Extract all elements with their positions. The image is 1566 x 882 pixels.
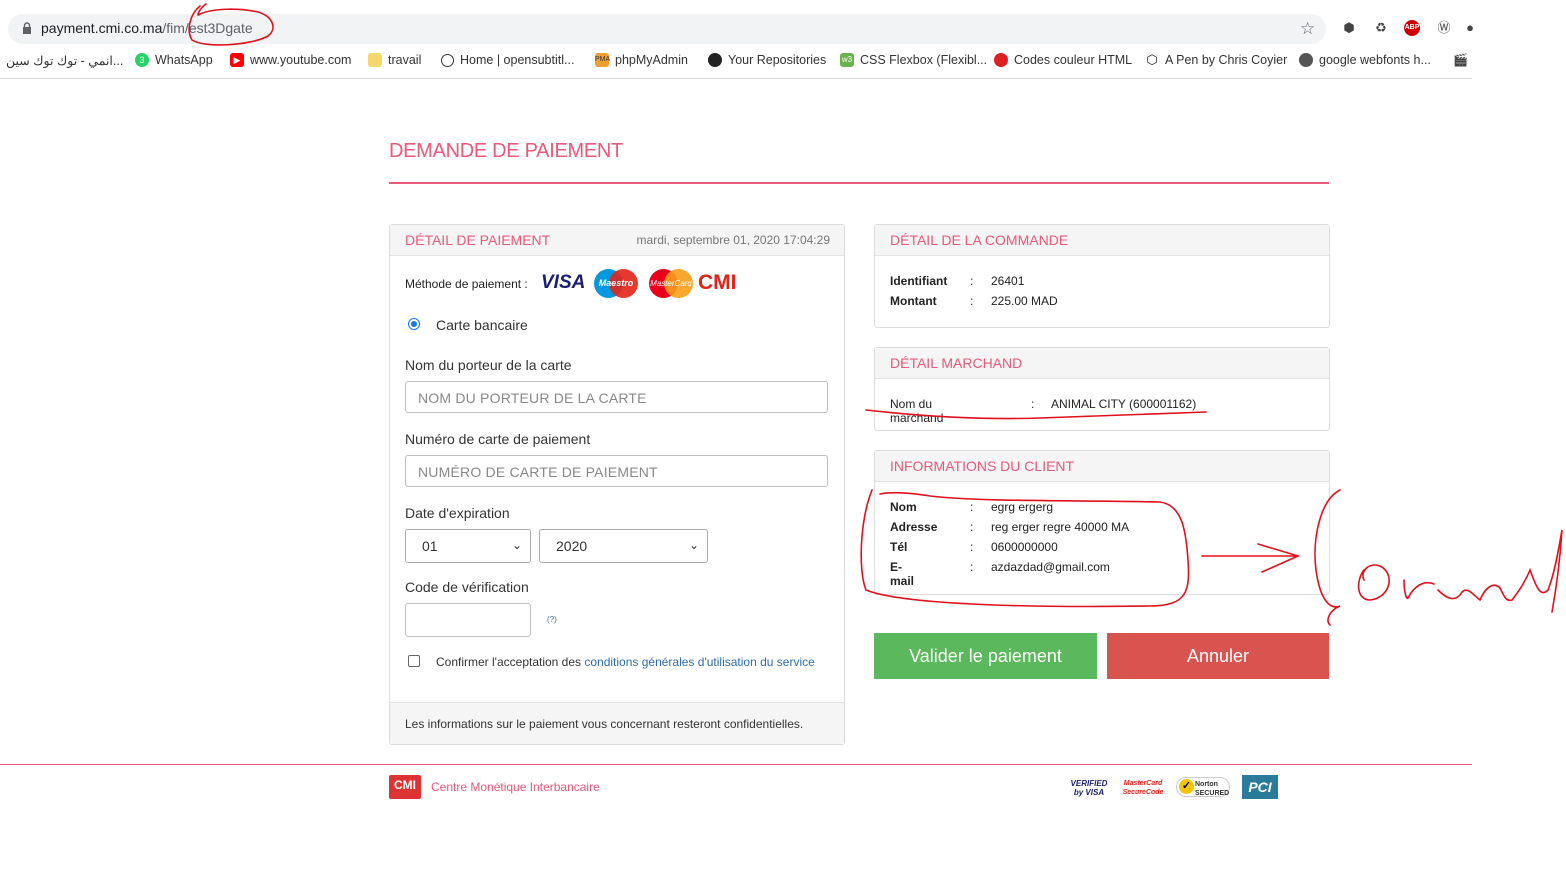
bookmark-item[interactable]: انمي - توك توك سين... [6, 53, 123, 68]
bookmark-item[interactable]: google webfonts h... [1299, 53, 1431, 67]
lock-icon [23, 22, 31, 34]
bookmark-more[interactable]: 🎬 [1453, 53, 1468, 67]
holder-name-input[interactable]: NOM DU PORTEUR DE LA CARTE [405, 381, 828, 413]
folder-icon [368, 53, 382, 67]
bookmark-star-icon[interactable]: ☆ [1300, 19, 1315, 39]
confidentiality-note: Les informations sur le paiement vous co… [405, 717, 804, 731]
bookmark-item[interactable]: ⬡ A Pen by Chris Coyier [1145, 52, 1287, 68]
card-number-input[interactable]: NUMÉRO DE CARTE DE PAIEMENT [405, 455, 828, 487]
merchant-detail-header: DÉTAIL MARCHAND [875, 348, 1329, 379]
bookmark-item[interactable]: Your Repositories [708, 53, 826, 67]
phpmyadmin-icon: PMA [595, 53, 610, 67]
wordpress-icon[interactable]: Ⓦ [1436, 20, 1452, 36]
title-divider [389, 182, 1329, 184]
cvv-label: Code de vérification [405, 579, 529, 595]
cancel-button[interactable]: Annuler [1107, 633, 1329, 679]
card-radio-label: Carte bancaire [436, 317, 528, 333]
globe-icon [1299, 53, 1313, 67]
card-number-label: Numéro de carte de paiement [405, 431, 591, 447]
cvv-input[interactable] [405, 603, 531, 637]
expiry-year-select[interactable]: 2020 ⌄ [539, 529, 708, 563]
pci-badge: PCI [1242, 775, 1278, 799]
validate-payment-button[interactable]: Valider le paiement [874, 633, 1097, 679]
cmi-logo: CMI [698, 271, 737, 294]
chevron-down-icon: ⌄ [511, 538, 522, 552]
visa-logo: VISA [541, 272, 586, 293]
page-title: DEMANDE DE PAIEMENT [389, 140, 623, 162]
terms-text: Confirmer l'acceptation des conditions g… [436, 655, 815, 669]
terms-checkbox[interactable] [408, 655, 420, 667]
footer-org-name: Centre Monétique Interbancaire [431, 780, 600, 794]
address-bar[interactable]: payment.cmi.co.ma/fim/est3Dgate [8, 14, 1326, 44]
merchant-detail-heading: DÉTAIL MARCHAND [890, 355, 1023, 371]
cvv-help-icon[interactable]: (?) [547, 615, 557, 624]
verified-by-visa-badge: VERIFIED by VISA [1070, 779, 1108, 797]
codepen-icon: ⬡ [1146, 52, 1158, 67]
chevron-down-icon: ⌄ [688, 538, 699, 552]
bookmark-item[interactable]: ▶ www.youtube.com [230, 53, 351, 67]
client-info-header: INFORMATIONS DU CLIENT [875, 451, 1329, 482]
bookmark-item[interactable]: PMA phpMyAdmin [595, 53, 688, 67]
maestro-logo: Maestro [594, 269, 638, 298]
client-info-heading: INFORMATIONS DU CLIENT [890, 458, 1075, 474]
checkmark-icon: ✓ [1179, 779, 1194, 794]
adblock-icon[interactable]: ABP [1404, 20, 1420, 36]
bookmark-item[interactable]: Codes couleur HTML [994, 53, 1132, 67]
payment-method-label: Méthode de paiement : [405, 277, 528, 291]
extension-more-icon[interactable]: ● [1462, 20, 1478, 36]
bookmark-item[interactable]: Home | opensubtitl... [441, 53, 574, 67]
expiry-label: Date d'expiration [405, 505, 510, 521]
footer-divider [0, 764, 1472, 765]
bookmark-item[interactable]: 3 WhatsApp [135, 53, 213, 67]
pin-icon [994, 53, 1008, 67]
bookmark-item[interactable]: w3 CSS Flexbox (Flexibl... [840, 53, 987, 67]
bookmarks-bar: انمي - توك توك سين... 3 WhatsApp ▶ www.you… [0, 50, 1472, 79]
clapper-icon: 🎬 [1453, 53, 1468, 67]
whatsapp-icon: 3 [135, 53, 149, 67]
terms-link[interactable]: conditions générales d'utilisation du se… [584, 655, 814, 669]
holder-label: Nom du porteur de la carte [405, 357, 572, 373]
url-text: payment.cmi.co.ma/fim/est3Dgate [41, 20, 253, 36]
card-radio[interactable] [408, 318, 420, 330]
payment-detail-footer: Les informations sur le paiement vous co… [390, 702, 844, 744]
opensubtitles-icon [441, 53, 454, 67]
extension-cube-icon[interactable]: ⬢ [1341, 20, 1357, 36]
payment-detail-header: DÉTAIL DE PAIEMENT mardi, septembre 01, … [390, 225, 844, 256]
w3schools-icon: w3 [840, 53, 854, 67]
payment-detail-heading: DÉTAIL DE PAIEMENT [405, 232, 551, 248]
extension-recycle-icon[interactable]: ♻ [1373, 20, 1389, 36]
cmi-footer-logo: CMI [389, 775, 421, 799]
order-detail-header: DÉTAIL DE LA COMMANDE [875, 225, 1329, 256]
mastercard-securecode-badge: MasterCard SecureCode [1122, 780, 1164, 796]
github-icon [708, 53, 722, 67]
handwriting-annotation [1314, 489, 1563, 626]
bookmark-item[interactable]: travail [368, 53, 421, 67]
order-detail-heading: DÉTAIL DE LA COMMANDE [890, 232, 1069, 248]
expiry-month-select[interactable]: 01 ⌄ [405, 529, 531, 563]
youtube-icon: ▶ [230, 53, 244, 67]
payment-date: mardi, septembre 01, 2020 17:04:29 [636, 233, 830, 247]
mastercard-logo: MasterCard [649, 269, 693, 298]
norton-secured-badge: ✓ Norton SECURED [1176, 777, 1230, 797]
